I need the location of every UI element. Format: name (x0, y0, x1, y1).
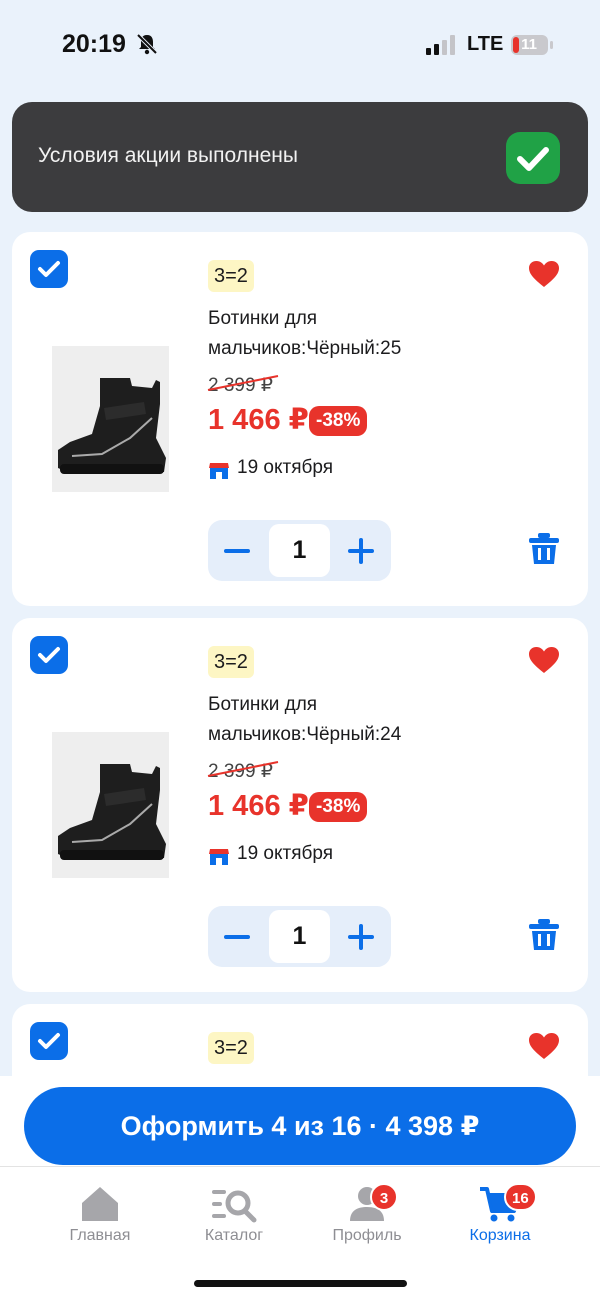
store-icon (209, 849, 229, 865)
trash-icon[interactable] (528, 532, 560, 566)
minus-icon[interactable] (222, 538, 252, 564)
product-title[interactable]: Ботинки для мальчиков:Чёрный:24 (208, 690, 508, 750)
tab-label: Каталог (204, 1227, 264, 1244)
status-time: 20:19 (62, 30, 126, 58)
cart-item: 3=2 Ботинки для мальчиков:Чёрный:25 2 39… (12, 232, 588, 606)
home-indicator (194, 1280, 407, 1287)
quantity-stepper: 1 (208, 520, 391, 581)
minus-icon[interactable] (222, 924, 252, 950)
promo-badge: 3=2 (208, 1032, 254, 1064)
strikethrough-line (207, 761, 279, 777)
current-price: 1 466 ₽ (208, 404, 309, 436)
signal-icon (426, 35, 455, 55)
cart-item: 3=2 Ботинки для мальчиков:Чёрный:24 2 39… (12, 618, 588, 992)
favorite-heart-icon[interactable] (528, 1032, 560, 1060)
plus-icon[interactable] (346, 536, 376, 566)
tab-cart[interactable]: 16 Корзина (430, 1167, 570, 1257)
bell-muted-icon (136, 33, 158, 55)
item-checkbox[interactable] (30, 1022, 68, 1060)
battery-level: 11 (521, 36, 537, 53)
delivery-date: 19 октября (237, 457, 334, 478)
checkout-button[interactable]: Оформить 4 из 16 · 4 398 ₽ (24, 1087, 576, 1165)
plus-icon[interactable] (346, 922, 376, 952)
tab-label: Главная (69, 1227, 131, 1244)
promo-badge: 3=2 (208, 646, 254, 678)
check-icon (506, 132, 560, 184)
cart-count-badge: 16 (504, 1183, 537, 1211)
toast-message: Условия акции выполнены (38, 144, 298, 167)
quantity-value[interactable]: 1 (269, 910, 330, 963)
favorite-heart-icon[interactable] (528, 646, 560, 674)
product-title[interactable]: Ботинки для мальчиков:Чёрный:25 (208, 304, 508, 364)
product-image-boot[interactable] (52, 732, 169, 878)
promo-toast: Условия акции выполнены (12, 102, 588, 212)
discount-badge: -38% (309, 406, 368, 436)
item-checkbox[interactable] (30, 636, 68, 674)
tab-home[interactable]: Главная (30, 1167, 170, 1257)
quantity-stepper: 1 (208, 906, 391, 967)
discount-badge: -38% (309, 792, 368, 822)
tab-catalog[interactable]: Каталог (164, 1167, 304, 1257)
product-image-boot[interactable] (52, 346, 169, 492)
catalog-search-icon (212, 1190, 257, 1223)
current-price: 1 466 ₽ (208, 790, 309, 822)
item-checkbox[interactable] (30, 250, 68, 288)
notification-badge: 3 (370, 1183, 398, 1211)
promo-badge: 3=2 (208, 260, 254, 292)
tab-label: Корзина (469, 1227, 531, 1244)
home-icon (82, 1187, 118, 1221)
tab-profile[interactable]: 3 Профиль (297, 1167, 437, 1257)
store-icon (209, 463, 229, 479)
delivery-date: 19 октября (237, 843, 334, 864)
quantity-value[interactable]: 1 (269, 524, 330, 577)
trash-icon[interactable] (528, 918, 560, 952)
status-bar: 20:19 LTE 11 (0, 0, 600, 90)
strikethrough-line (207, 375, 279, 391)
tab-label: Профиль (332, 1227, 402, 1244)
favorite-heart-icon[interactable] (528, 260, 560, 288)
network-type: LTE (467, 33, 504, 55)
